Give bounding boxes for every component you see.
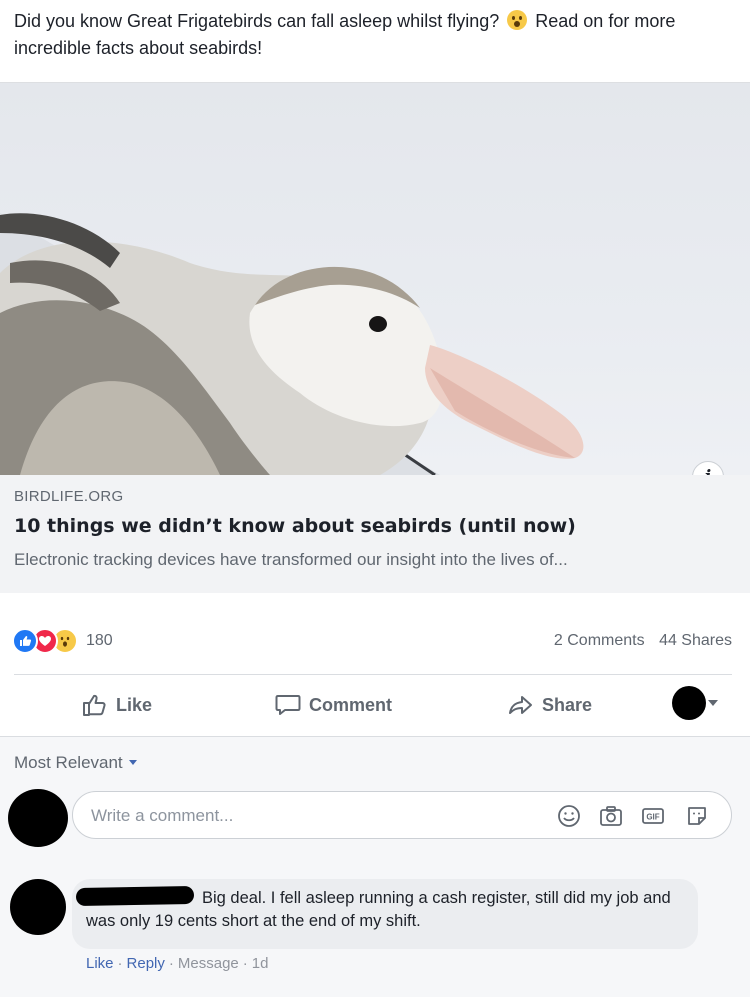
link-meta: BIRDLIFE.ORG 10 things we didn’t know ab… [0,475,750,593]
link-domain: BIRDLIFE.ORG [14,488,124,505]
comment-reply-link[interactable]: Reply [127,955,165,972]
share-arrow-icon [509,696,532,714]
svg-text:GIF: GIF [646,813,659,822]
like-reaction-icon [12,628,38,654]
reaction-count: 180 [86,632,113,649]
link-preview-card[interactable]: i BIRDLIFE.ORG 10 things we didn’t know … [0,82,750,593]
avatar[interactable] [10,879,66,935]
gif-icon[interactable]: GIF [641,804,665,828]
engagement-counts: 2 Comments 44 Shares [544,632,732,650]
camera-icon[interactable] [599,804,623,828]
avatar [8,789,68,847]
shares-count-link[interactable]: 44 Shares [659,632,732,649]
facebook-post: Did you know Great Frigatebirds can fall… [0,0,750,997]
emoji-icon[interactable] [557,804,581,828]
share-button[interactable]: Share [508,690,592,720]
link-title[interactable]: 10 things we didn’t know about seabirds … [14,515,576,537]
sticker-icon[interactable] [685,804,709,828]
albatross-photo[interactable]: i [0,83,750,475]
comment-label: Comment [309,694,393,715]
comment-icon [275,695,301,715]
thumbs-up-icon [83,694,106,716]
like-label: Like [116,694,153,715]
comments-count-link[interactable]: 2 Comments [554,632,645,649]
comment-message-link[interactable]: Message [178,955,239,972]
chevron-down-icon [708,700,718,706]
post-as-selector[interactable] [672,684,720,724]
reactions-summary[interactable]: 180 [12,626,113,656]
comment-timestamp[interactable]: 1d [252,955,269,972]
comment-bubble: Big deal. I fell asleep running a cash r… [72,879,698,949]
like-button[interactable]: Like [82,690,152,720]
post-text: Did you know Great Frigatebirds can fall… [14,8,734,62]
comment-actions: Like · Reply · Message · 1d [86,955,269,972]
post-actions: Like Comment Share [0,676,750,734]
link-description: Electronic tracking devices have transfo… [14,550,568,569]
comment-button[interactable]: Comment [275,690,392,720]
comments-section: Most Relevant GIF Big deal. I fell aslee… [0,736,750,997]
comment-like-link[interactable]: Like [86,955,114,972]
albatross-illustration [0,213,584,475]
share-label: Share [542,694,593,715]
divider [14,674,732,675]
comment-sort-dropdown[interactable]: Most Relevant [14,753,137,773]
comment-input[interactable] [91,802,531,830]
wow-emoji-icon [507,10,528,30]
post-text-part1: Did you know Great Frigatebirds can fall… [14,11,500,31]
avatar [672,686,706,720]
comment-composer[interactable]: GIF [72,791,732,839]
comment-text: Big deal. I fell asleep running a cash r… [86,889,671,930]
